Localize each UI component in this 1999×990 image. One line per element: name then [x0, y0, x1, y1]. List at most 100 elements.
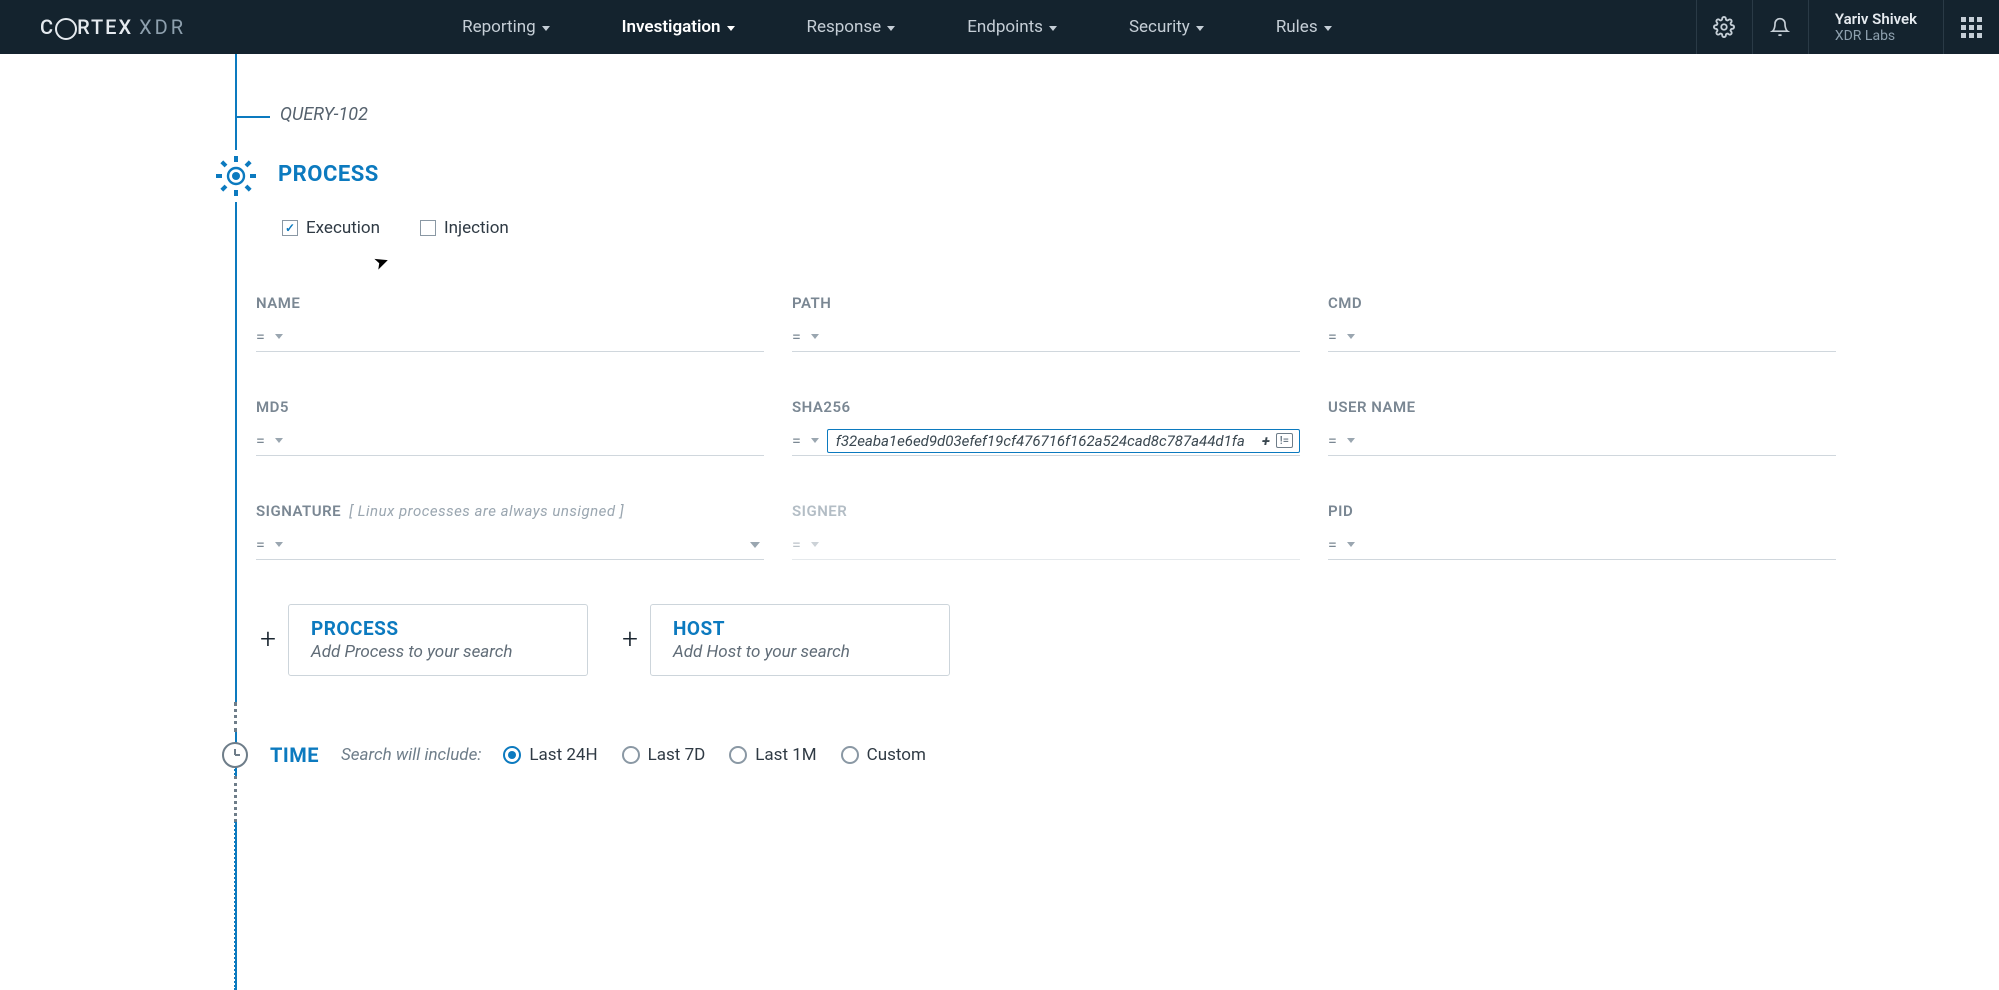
- query-id: QUERY-102: [280, 104, 368, 125]
- brand-logo: CRTEX XDR: [0, 15, 226, 39]
- field-input-row[interactable]: =: [1328, 530, 1836, 560]
- signature-label-text: SIGNATURE: [256, 502, 341, 520]
- add-process-card[interactable]: PROCESS Add Process to your search: [288, 604, 588, 676]
- chevron-down-icon: [1347, 542, 1355, 547]
- process-fields-grid: NAME = PATH = CMD = MD5: [256, 294, 1836, 560]
- field-input-row[interactable]: =: [1328, 322, 1836, 352]
- settings-button[interactable]: [1696, 0, 1752, 54]
- nav-label: Endpoints: [967, 17, 1043, 37]
- time-option-last7d[interactable]: Last 7D: [622, 745, 706, 765]
- signer-input: [827, 536, 1300, 554]
- chevron-down-icon: [275, 542, 283, 547]
- sha256-chip[interactable]: f32eaba1e6ed9d03efef19cf476716f162a524ca…: [827, 429, 1300, 453]
- topbar-right: Yariv Shivek XDR Labs: [1696, 0, 1999, 54]
- query-builder: QUERY-102 PROCESS Execution Injection ➤ …: [0, 54, 1999, 990]
- chevron-down-icon: [1347, 438, 1355, 443]
- chevron-down-icon: [1196, 26, 1204, 31]
- path-field: PATH =: [792, 294, 1300, 352]
- chevron-down-icon: [1324, 26, 1332, 31]
- nav-label: Reporting: [462, 17, 536, 37]
- chevron-down-icon: [750, 542, 760, 548]
- time-option-last24h[interactable]: Last 24H: [503, 745, 597, 765]
- signature-hint: [ Linux processes are always unsigned ]: [349, 502, 624, 520]
- operator-label: =: [1328, 431, 1339, 450]
- time-option-custom[interactable]: Custom: [841, 745, 926, 765]
- checkbox-icon: [282, 220, 298, 236]
- radio-label: Last 24H: [529, 745, 597, 765]
- field-label: PATH: [792, 294, 1300, 312]
- chevron-down-icon: [887, 26, 895, 31]
- nav-investigation[interactable]: Investigation: [586, 0, 771, 54]
- time-hint: Search will include:: [341, 745, 481, 765]
- radio-label: Last 7D: [648, 745, 706, 765]
- field-input-row[interactable]: =: [256, 322, 764, 352]
- logo-mark-icon: [55, 18, 77, 40]
- notifications-button[interactable]: [1752, 0, 1808, 54]
- field-input-row[interactable]: =: [256, 426, 764, 456]
- cmd-field: CMD =: [1328, 294, 1836, 352]
- nav-reporting[interactable]: Reporting: [426, 0, 586, 54]
- checkbox-label: Injection: [444, 218, 509, 238]
- nav-label: Investigation: [622, 17, 721, 37]
- username-input[interactable]: [1363, 432, 1836, 450]
- cmd-input[interactable]: [1363, 328, 1836, 346]
- nav-rules[interactable]: Rules: [1240, 0, 1368, 54]
- path-input[interactable]: [827, 328, 1300, 346]
- chevron-down-icon: [811, 542, 819, 547]
- md5-input[interactable]: [291, 432, 764, 450]
- apps-button[interactable]: [1943, 0, 1999, 54]
- chevron-down-icon: [1049, 26, 1057, 31]
- nav-response[interactable]: Response: [771, 0, 932, 54]
- pid-input[interactable]: [1363, 536, 1836, 554]
- operator-label: =: [792, 431, 803, 450]
- signature-input[interactable]: [291, 536, 742, 554]
- timeline-dotted: [234, 776, 237, 822]
- cursor-icon: ➤: [371, 250, 392, 275]
- add-card-subtitle: Add Host to your search: [673, 642, 927, 662]
- field-input-row[interactable]: =: [256, 530, 764, 560]
- time-option-last1m[interactable]: Last 1M: [729, 745, 816, 765]
- field-label: SIGNATURE [ Linux processes are always u…: [256, 502, 764, 520]
- nav-endpoints[interactable]: Endpoints: [931, 0, 1093, 54]
- user-box[interactable]: Yariv Shivek XDR Labs: [1808, 0, 1943, 54]
- add-host-card[interactable]: HOST Add Host to your search: [650, 604, 950, 676]
- gear-icon: [212, 152, 260, 200]
- time-radio-group: Last 24H Last 7D Last 1M Custom: [503, 745, 925, 765]
- radio-label: Last 1M: [755, 745, 816, 765]
- chevron-down-icon: [275, 438, 283, 443]
- field-input-row[interactable]: =: [1328, 426, 1836, 456]
- operator-label: =: [1328, 535, 1339, 554]
- plus-icon: +: [256, 628, 280, 652]
- add-cards-row: + PROCESS Add Process to your search + H…: [256, 604, 950, 676]
- operator-label: =: [792, 535, 803, 554]
- execution-checkbox[interactable]: Execution: [282, 218, 380, 238]
- time-section: TIME Search will include: Last 24H Last …: [222, 742, 926, 768]
- injection-checkbox[interactable]: Injection: [420, 218, 509, 238]
- clock-icon: [222, 742, 248, 768]
- user-org: XDR Labs: [1835, 28, 1917, 45]
- bell-icon: [1770, 17, 1790, 37]
- add-card-title: HOST: [673, 617, 927, 640]
- top-nav-bar: CRTEX XDR Reporting Investigation Respon…: [0, 0, 1999, 54]
- field-label: USER NAME: [1328, 398, 1836, 416]
- operator-label: =: [792, 327, 803, 346]
- operator-label: =: [256, 327, 267, 346]
- chevron-down-icon: [542, 26, 550, 31]
- checkbox-label: Execution: [306, 218, 380, 238]
- name-input[interactable]: [291, 328, 764, 346]
- add-process-group: + PROCESS Add Process to your search: [256, 604, 588, 676]
- chevron-down-icon: [811, 438, 819, 443]
- field-input-row[interactable]: =: [792, 322, 1300, 352]
- sha256-field: SHA256 = f32eaba1e6ed9d03efef19cf476716f…: [792, 398, 1300, 456]
- process-section-icon: [210, 150, 262, 202]
- field-label: MD5: [256, 398, 764, 416]
- radio-label: Custom: [867, 745, 926, 765]
- operator-label: =: [1328, 327, 1339, 346]
- nav-security[interactable]: Security: [1093, 0, 1240, 54]
- chevron-down-icon: [275, 334, 283, 339]
- radio-icon: [503, 746, 521, 764]
- field-label: NAME: [256, 294, 764, 312]
- field-input-row[interactable]: = f32eaba1e6ed9d03efef19cf476716f162a524…: [792, 426, 1300, 456]
- field-label: SHA256: [792, 398, 1300, 416]
- main-nav: Reporting Investigation Response Endpoin…: [426, 0, 1696, 54]
